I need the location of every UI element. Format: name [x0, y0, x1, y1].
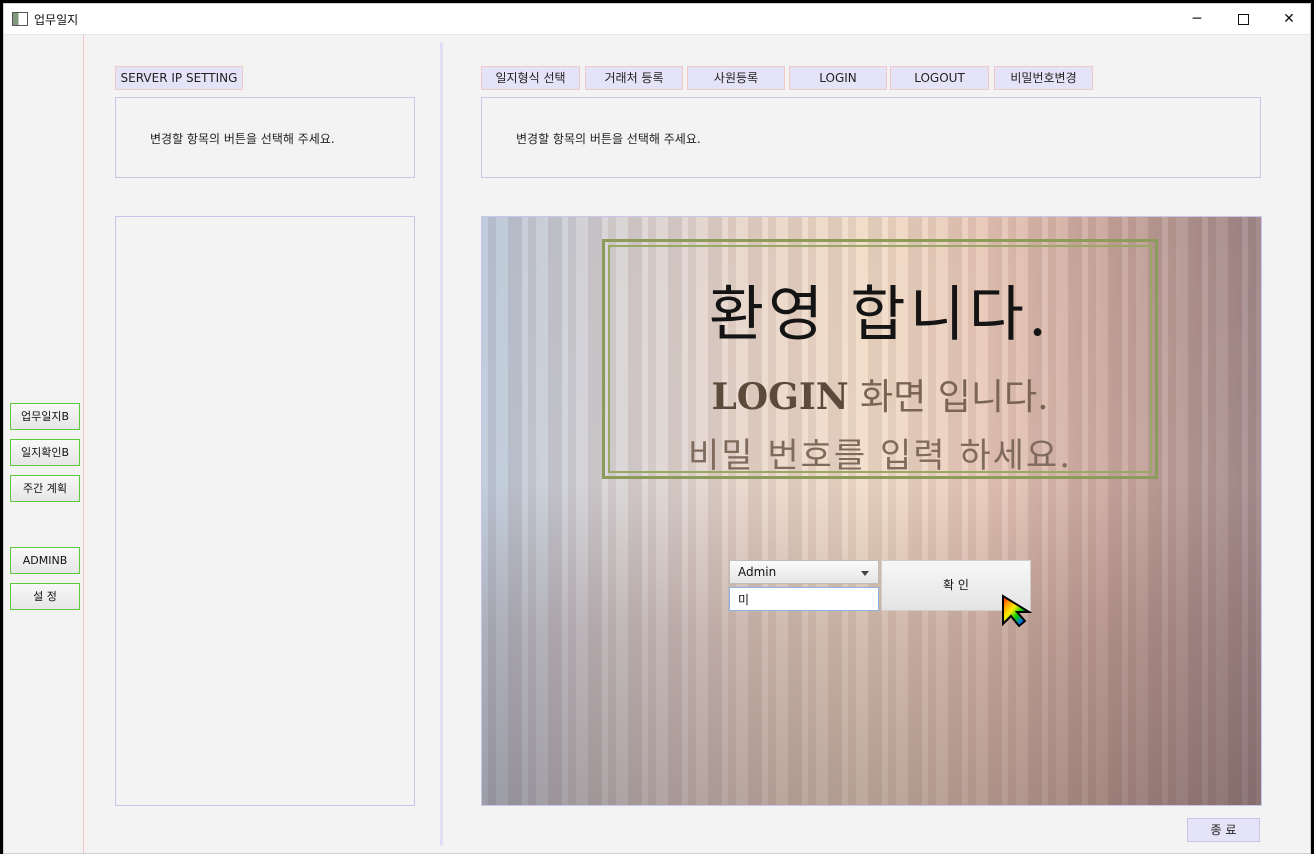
- log-check-button[interactable]: 일지확인B: [10, 439, 80, 466]
- server-info-text: 변경할 항목의 버튼을 선택해 주세요.: [150, 132, 335, 146]
- weekly-plan-button[interactable]: 주간 계획: [10, 475, 80, 502]
- tab-employee-register[interactable]: 사원등록: [687, 66, 785, 90]
- maximize-button[interactable]: [1220, 4, 1266, 34]
- app-window: 업무일지 ─ ✕ 업무일지B 일지확인B 주간 계획 ADMINB 설 정 SE…: [3, 3, 1311, 854]
- tab-change-password[interactable]: 비밀번호변경: [994, 66, 1093, 90]
- chevron-down-icon: [861, 571, 869, 576]
- welcome-login-rest: 화면 입니다.: [848, 377, 1049, 418]
- tab-log-format[interactable]: 일지형식 선택: [481, 66, 580, 90]
- server-info-panel: 변경할 항목의 버튼을 선택해 주세요.: [115, 97, 415, 178]
- exit-button[interactable]: 종 료: [1187, 818, 1260, 842]
- maximize-icon: [1237, 13, 1249, 25]
- minimize-icon: ─: [1192, 11, 1202, 27]
- close-button[interactable]: ✕: [1266, 4, 1312, 34]
- settings-button[interactable]: 설 정: [10, 583, 80, 610]
- server-list-panel: [115, 216, 415, 806]
- mouse-cursor-icon: [1002, 594, 1033, 628]
- main-info-text: 변경할 항목의 버튼을 선택해 주세요.: [516, 132, 701, 146]
- user-select[interactable]: Admin: [729, 560, 879, 584]
- server-ip-setting-button[interactable]: SERVER IP SETTING: [115, 66, 243, 90]
- welcome-frame: 환영 합니다. LOGIN 화면 입니다. 비밀 번호를 입력 하세요.: [602, 239, 1158, 479]
- login-image-panel: 환영 합니다. LOGIN 화면 입니다. 비밀 번호를 입력 하세요. Adm…: [481, 216, 1262, 806]
- minimize-button[interactable]: ─: [1174, 4, 1220, 34]
- app-icon: [12, 12, 28, 26]
- left-rail: 업무일지B 일지확인B 주간 계획 ADMINB 설 정: [4, 35, 84, 853]
- welcome-subtitle: LOGIN 화면 입니다.: [605, 368, 1155, 420]
- tab-login[interactable]: LOGIN: [789, 66, 887, 90]
- window-title: 업무일지: [34, 13, 79, 27]
- work-log-button[interactable]: 업무일지B: [10, 403, 80, 430]
- title-bar[interactable]: 업무일지 ─ ✕: [4, 4, 1310, 35]
- password-input[interactable]: [729, 587, 879, 611]
- tab-client-register[interactable]: 거래처 등록: [585, 66, 683, 90]
- main-info-panel: 변경할 항목의 버튼을 선택해 주세요.: [481, 97, 1261, 178]
- admin-button[interactable]: ADMINB: [10, 547, 80, 574]
- welcome-instruction: 비밀 번호를 입력 하세요.: [687, 436, 1073, 476]
- welcome-title: 환영 합니다.: [708, 280, 1052, 350]
- close-icon: ✕: [1283, 11, 1295, 27]
- tab-logout[interactable]: LOGOUT: [890, 66, 989, 90]
- user-select-value: Admin: [738, 565, 777, 579]
- column-divider[interactable]: [440, 42, 443, 846]
- welcome-login-word: LOGIN: [711, 376, 849, 418]
